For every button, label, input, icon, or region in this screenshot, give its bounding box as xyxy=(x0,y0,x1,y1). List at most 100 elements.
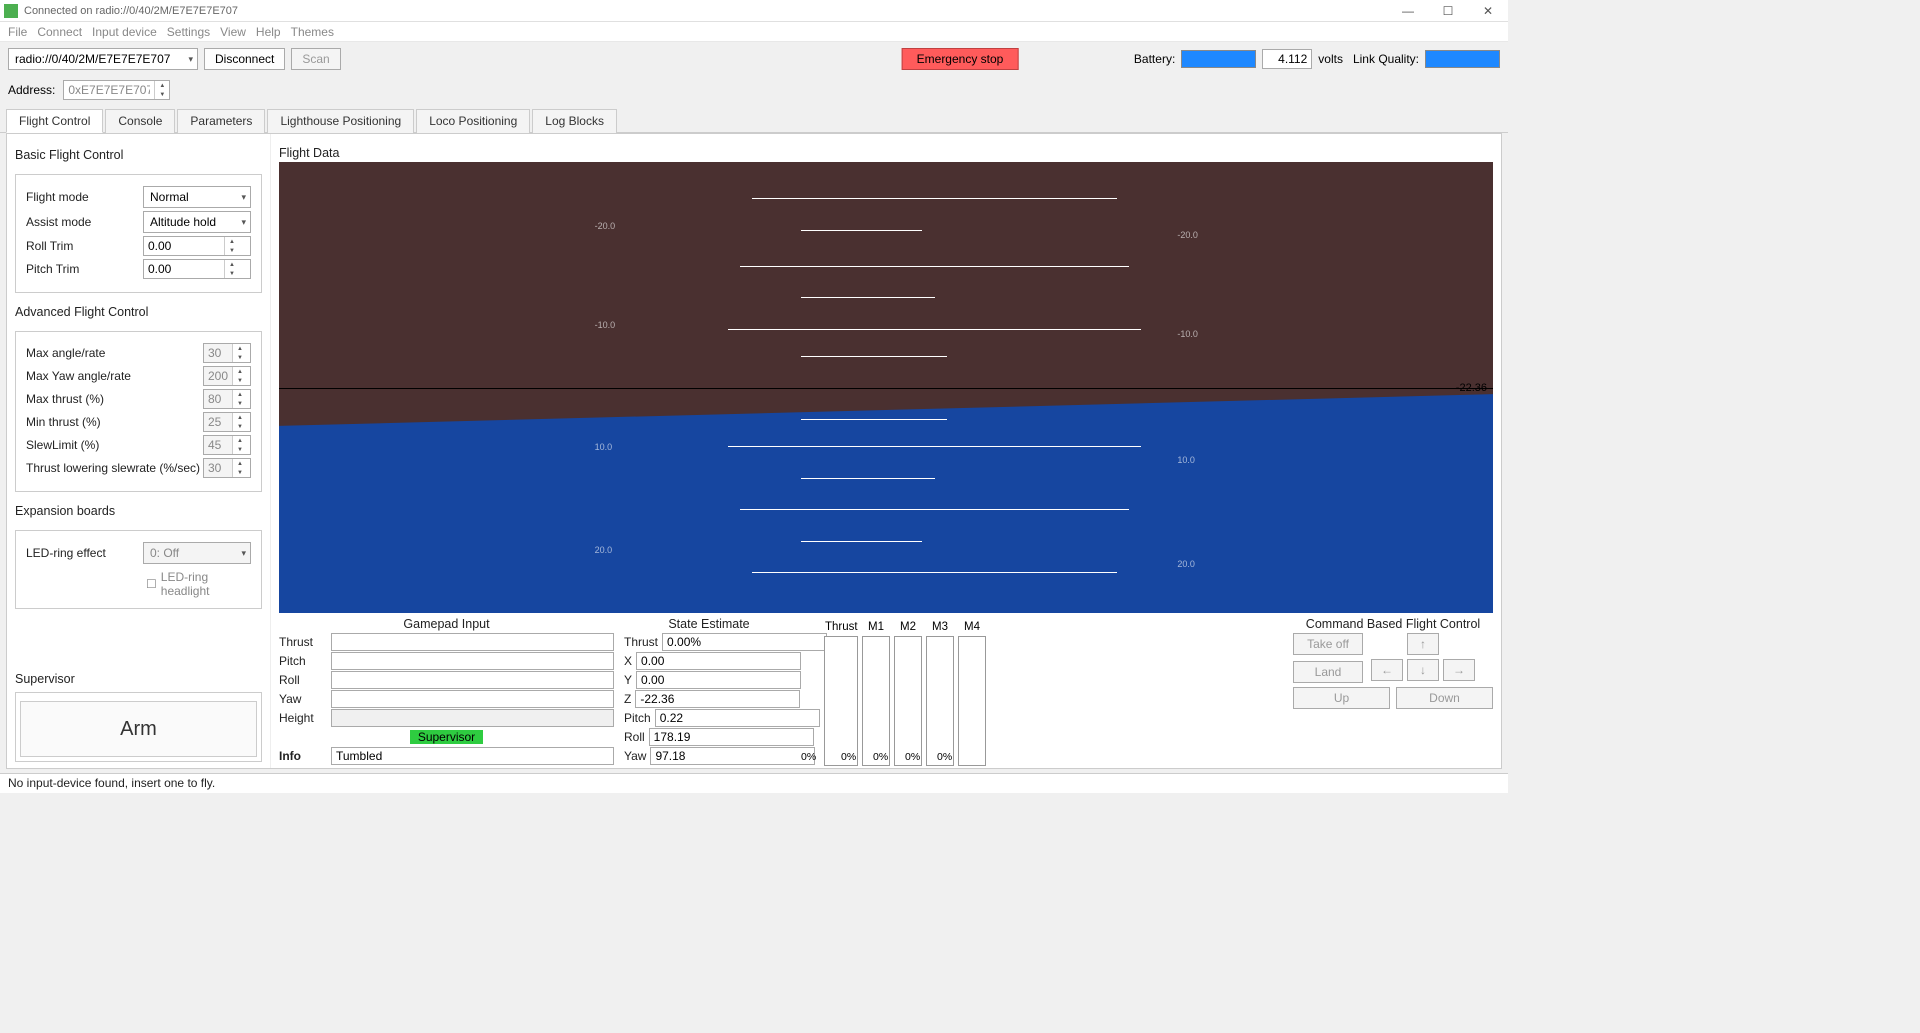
arm-button[interactable]: Arm xyxy=(20,701,257,757)
gp-height-input xyxy=(331,709,614,727)
tab-lighthouse[interactable]: Lighthouse Positioning xyxy=(267,109,414,133)
flight-mode-select[interactable]: Normal▾ xyxy=(143,186,251,208)
basic-flight-title: Basic Flight Control xyxy=(15,148,262,162)
link-quality-bar xyxy=(1425,50,1500,68)
battery-label: Battery: xyxy=(1134,52,1175,66)
statusbar: No input-device found, insert one to fly… xyxy=(0,773,1508,793)
dpad-right-button[interactable]: → xyxy=(1443,659,1475,681)
tab-console[interactable]: Console xyxy=(105,109,175,133)
command-section: Command Based Flight Control Take off La… xyxy=(1293,617,1493,766)
max-angle-input[interactable]: ▲▼ xyxy=(203,343,251,363)
supervisor-badge: Supervisor xyxy=(410,730,483,744)
expansion-title: Expansion boards xyxy=(15,504,262,518)
bottom-panel: Gamepad Input Thrust Pitch Roll Yaw Heig… xyxy=(279,613,1493,766)
menu-view[interactable]: View xyxy=(220,25,246,39)
menu-connect[interactable]: Connect xyxy=(37,25,82,39)
m1-bar: M10% xyxy=(862,636,890,766)
tab-parameters[interactable]: Parameters xyxy=(177,109,265,133)
thrust-slew-input[interactable]: ▲▼ xyxy=(203,458,251,478)
led-headlight-check[interactable]: ☐LED-ring headlight xyxy=(26,570,251,598)
advanced-flight-group: Max angle/rate ▲▼ Max Yaw angle/rate ▲▼ … xyxy=(15,331,262,492)
gp-yaw-input[interactable] xyxy=(331,690,614,708)
menu-help[interactable]: Help xyxy=(256,25,281,39)
left-column: Basic Flight Control Flight mode Normal▾… xyxy=(7,134,271,768)
roll-trim-label: Roll Trim xyxy=(26,239,143,253)
dpad-left-button[interactable]: ← xyxy=(1371,659,1403,681)
land-button[interactable]: Land xyxy=(1293,661,1363,683)
led-effect-select[interactable]: 0: Off▾ xyxy=(143,542,251,564)
m3-bar: M30% xyxy=(926,636,954,766)
checkbox-icon: ☐ xyxy=(146,577,157,591)
z-readout: -22.36 xyxy=(1456,382,1487,394)
battery-volts: 4.112 xyxy=(1262,49,1312,69)
disconnect-button[interactable]: Disconnect xyxy=(204,48,285,70)
maximize-button[interactable]: ☐ xyxy=(1428,0,1468,22)
max-yaw-label: Max Yaw angle/rate xyxy=(26,369,203,383)
battery-bar xyxy=(1181,50,1256,68)
stepper-up-icon[interactable]: ▲ xyxy=(155,81,169,90)
arrow-down-icon: ↓ xyxy=(1420,663,1426,677)
max-thrust-input[interactable]: ▲▼ xyxy=(203,389,251,409)
m2-bar: M20% xyxy=(894,636,922,766)
arrow-left-icon: ← xyxy=(1381,663,1393,677)
gp-thrust-input[interactable] xyxy=(331,633,614,651)
close-button[interactable]: ✕ xyxy=(1468,0,1508,22)
down-button[interactable]: Down xyxy=(1396,687,1493,709)
basic-flight-group: Flight mode Normal▾ Assist mode Altitude… xyxy=(15,174,262,293)
se-yaw xyxy=(650,747,815,765)
app-icon xyxy=(4,4,18,18)
slew-limit-input[interactable]: ▲▼ xyxy=(203,435,251,455)
max-yaw-input[interactable]: ▲▼ xyxy=(203,366,251,386)
motor-bars: Thrust0% M10% M20% M30% M40% xyxy=(824,617,986,766)
chevron-down-icon: ▾ xyxy=(241,217,246,228)
gamepad-section: Gamepad Input Thrust Pitch Roll Yaw Heig… xyxy=(279,617,614,766)
dpad-down-button[interactable]: ↓ xyxy=(1407,659,1439,681)
gp-height-label: Height xyxy=(279,711,327,725)
gp-info-label: Info xyxy=(279,749,327,763)
menu-file[interactable]: File xyxy=(8,25,27,39)
min-thrust-input[interactable]: ▲▼ xyxy=(203,412,251,432)
volts-label: volts xyxy=(1318,52,1343,66)
attitude-indicator: -22.36 -20.0 -10.0 10.0 20.0 -20.0 -10.0… xyxy=(279,162,1493,613)
scan-button[interactable]: Scan xyxy=(291,48,340,70)
stepper-down-icon[interactable]: ▼ xyxy=(155,90,169,99)
se-thrust xyxy=(662,633,827,651)
titlebar: Connected on radio://0/40/2M/E7E7E7E707 … xyxy=(0,0,1508,22)
assist-mode-select[interactable]: Altitude hold▾ xyxy=(143,211,251,233)
takeoff-button[interactable]: Take off xyxy=(1293,633,1363,655)
thrust-slew-label: Thrust lowering slewrate (%/sec) xyxy=(26,461,203,475)
tab-log-blocks[interactable]: Log Blocks xyxy=(532,109,617,133)
emergency-stop-button[interactable]: Emergency stop xyxy=(902,48,1019,70)
gp-pitch-input[interactable] xyxy=(331,652,614,670)
roll-trim-input[interactable]: ▲▼ xyxy=(143,236,251,256)
supervisor-group: Arm xyxy=(15,692,262,762)
radio-uri-select[interactable]: radio://0/40/2M/E7E7E7E707▾ xyxy=(8,48,198,70)
chevron-down-icon: ▾ xyxy=(241,192,246,203)
gp-info-input xyxy=(331,747,614,765)
max-thrust-label: Max thrust (%) xyxy=(26,392,203,406)
thrust-bar: Thrust0% xyxy=(824,636,858,766)
tab-flight-control[interactable]: Flight Control xyxy=(6,109,103,133)
flight-data-title: Flight Data xyxy=(279,146,1493,160)
up-button[interactable]: Up xyxy=(1293,687,1390,709)
menu-settings[interactable]: Settings xyxy=(167,25,210,39)
menu-input-device[interactable]: Input device xyxy=(92,25,157,39)
assist-mode-label: Assist mode xyxy=(26,215,143,229)
address-row: Address: ▲▼ xyxy=(0,76,1508,108)
address-label: Address: xyxy=(8,83,55,97)
tab-loco[interactable]: Loco Positioning xyxy=(416,109,530,133)
minimize-button[interactable]: — xyxy=(1388,0,1428,22)
address-input[interactable]: ▲▼ xyxy=(63,80,170,100)
supervisor-title: Supervisor xyxy=(15,672,262,686)
dpad-up-button[interactable]: ↑ xyxy=(1407,633,1439,655)
pitch-trim-input[interactable]: ▲▼ xyxy=(143,259,251,279)
menu-themes[interactable]: Themes xyxy=(291,25,334,39)
tab-bar: Flight Control Console Parameters Lighth… xyxy=(0,108,1508,133)
gp-thrust-label: Thrust xyxy=(279,635,327,649)
se-x xyxy=(636,652,801,670)
max-angle-label: Max angle/rate xyxy=(26,346,203,360)
se-y xyxy=(636,671,801,689)
toolbar: radio://0/40/2M/E7E7E7E707▾ Disconnect S… xyxy=(0,42,1508,76)
gp-roll-input[interactable] xyxy=(331,671,614,689)
advanced-flight-title: Advanced Flight Control xyxy=(15,305,262,319)
